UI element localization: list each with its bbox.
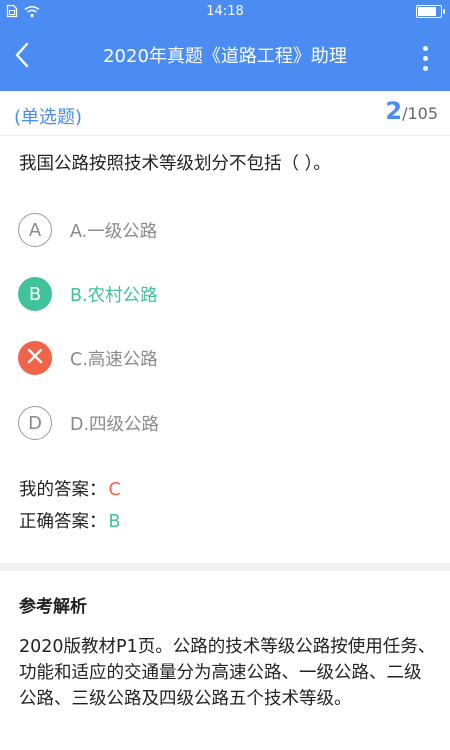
app-header: 14:18 2020年真题《道路工程》助理 <box>0 0 450 91</box>
option-letter-d: D <box>18 406 52 440</box>
my-answer-value: C <box>108 480 121 500</box>
correct-answer-row: 正确答案： B <box>19 508 121 533</box>
my-answer-label: 我的答案： <box>19 480 107 500</box>
option-c[interactable]: C.高速公路 <box>18 340 158 376</box>
option-d[interactable]: D D.四级公路 <box>18 405 159 441</box>
option-letter-b: B <box>18 277 52 311</box>
current-question-number: 2 <box>385 97 403 125</box>
correct-answer-label: 正确答案： <box>19 512 107 532</box>
question-meta-bar: (单选题) 2/105 <box>0 91 450 136</box>
more-vertical-icon <box>422 45 428 51</box>
question-counter: 2/105 <box>385 97 438 125</box>
question-type: (单选题) <box>14 107 83 128</box>
option-wrong-marker <box>18 341 52 375</box>
option-label-a: A.一级公路 <box>70 221 158 242</box>
back-button[interactable] <box>4 38 40 76</box>
option-b[interactable]: B B.农村公路 <box>18 276 158 312</box>
page-title: 2020年真题《道路工程》助理 <box>103 46 347 67</box>
more-dot <box>422 55 428 61</box>
my-answer-row: 我的答案： C <box>19 476 121 501</box>
close-icon <box>27 348 43 369</box>
option-label-b: B.农村公路 <box>70 285 158 306</box>
option-letter-a: A <box>18 213 52 247</box>
option-a[interactable]: A A.一级公路 <box>18 212 157 248</box>
more-dot <box>422 65 428 71</box>
more-menu-button[interactable] <box>410 40 440 76</box>
status-bar: 14:18 <box>0 0 450 24</box>
section-divider <box>0 563 450 571</box>
analysis-text: 2020版教材P1页。公路的技术等级公路按使用任务、功能和适应的交通量分为高速公… <box>19 637 436 709</box>
back-arrow-icon <box>14 42 30 72</box>
option-label-d: D.四级公路 <box>70 414 160 435</box>
total-questions: /105 <box>402 104 438 123</box>
question-text: 我国公路按照技术等级划分不包括（ ）。 <box>19 154 331 174</box>
analysis-title: 参考解析 <box>19 597 87 617</box>
status-time: 14:18 <box>206 4 244 19</box>
option-label-c: C.高速公路 <box>70 349 158 370</box>
correct-answer-value: B <box>108 512 121 532</box>
battery-icon <box>416 5 445 19</box>
